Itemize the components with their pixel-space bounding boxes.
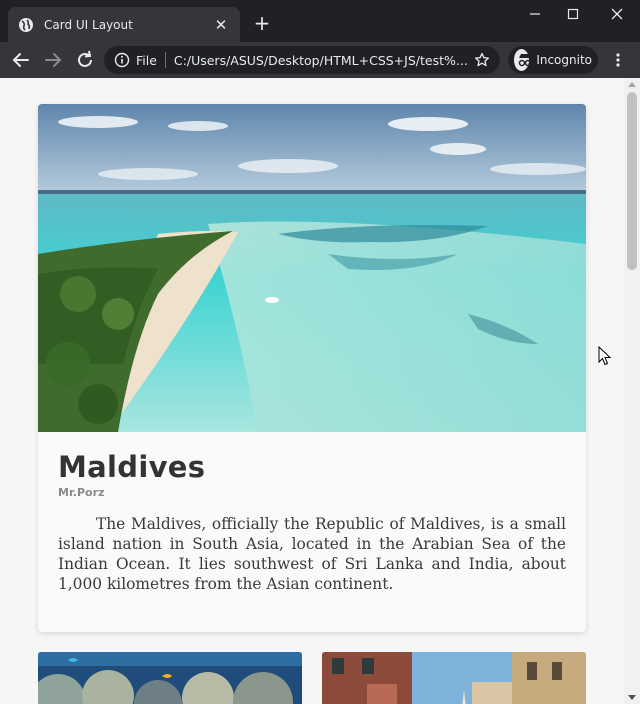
card-description: The Maldives, officially the Republic of… (58, 515, 566, 593)
mouse-cursor-icon (598, 346, 612, 366)
browser-tab[interactable]: Card UI Layout ✕ (8, 7, 240, 42)
address-bar[interactable]: File C:/Users/ASUS/Desktop/HTML+CSS+JS/t… (104, 46, 500, 74)
tab-close-icon[interactable]: ✕ (212, 16, 230, 34)
new-tab-button[interactable]: + (250, 12, 274, 34)
maldives-card: Maldives Mr.Porz The Maldives, officiall… (38, 104, 586, 632)
incognito-label: Incognito (536, 53, 592, 67)
card-title: Maldives (58, 450, 206, 484)
star-icon[interactable] (474, 52, 490, 68)
page-scrollbar[interactable] (624, 78, 640, 704)
back-arrow-icon[interactable] (10, 49, 32, 71)
tab-title: Card UI Layout (44, 17, 133, 32)
card-author: Mr.Porz (58, 486, 105, 499)
scroll-up-arrow-icon[interactable] (628, 82, 636, 87)
card-body: Maldives Mr.Porz The Maldives, officiall… (38, 432, 586, 594)
reload-icon[interactable] (74, 49, 96, 71)
info-icon[interactable] (114, 52, 130, 68)
city-street-image (322, 652, 586, 704)
maximize-icon[interactable] (558, 4, 588, 24)
browser-tab-bar: Card UI Layout ✕ + (0, 0, 640, 42)
browser-toolbar: File C:/Users/ASUS/Desktop/HTML+CSS+JS/t… (0, 42, 640, 78)
address-separator (164, 52, 166, 68)
close-window-icon[interactable] (602, 4, 632, 24)
city-street-card (322, 652, 586, 704)
globe-icon (19, 17, 33, 32)
incognito-indicator[interactable]: Incognito (508, 46, 598, 74)
url-text[interactable]: C:/Users/ASUS/Desktop/HTML+CSS+JS/test%.… (174, 53, 468, 68)
coral-reef-image (38, 652, 302, 704)
coral-reef-card (38, 652, 302, 704)
scrollbar-thumb[interactable] (627, 92, 637, 270)
forward-arrow-icon[interactable] (42, 49, 64, 71)
kebab-menu-icon[interactable] (610, 52, 626, 68)
minimize-icon[interactable] (520, 4, 550, 24)
url-scheme-label: File (136, 52, 157, 68)
scroll-down-arrow-icon[interactable] (628, 695, 636, 700)
maldives-beach-image (38, 104, 586, 432)
page-viewport: Maldives Mr.Porz The Maldives, officiall… (0, 78, 624, 704)
incognito-icon (514, 49, 532, 71)
